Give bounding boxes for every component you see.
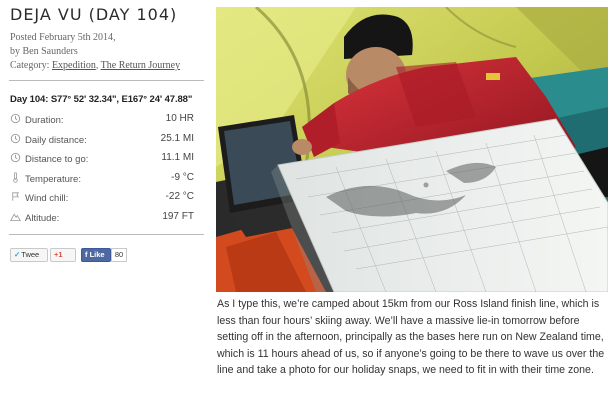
stat-altitude: Altitude: 197 FT bbox=[10, 209, 194, 229]
stat-label: Distance to go: bbox=[25, 154, 89, 165]
stat-label: Altitude: bbox=[25, 212, 60, 224]
post-sidebar: DEJA VU (DAY 104) Posted February 5th 20… bbox=[0, 0, 205, 403]
stat-label: Temperature: bbox=[25, 173, 81, 185]
stat-daily-distance: Daily distance: 25.1 MI bbox=[10, 131, 194, 151]
stat-value: 25.1 MI bbox=[160, 132, 194, 144]
stat-value: -9 °C bbox=[171, 171, 194, 183]
stat-duration: Duration: 10 HR bbox=[10, 111, 194, 131]
post-title: DEJA VU (DAY 104) bbox=[10, 5, 178, 24]
clock-icon bbox=[10, 152, 21, 163]
stat-label: Wind chill: bbox=[25, 193, 69, 204]
expedition-stats: Duration: 10 HR Daily distance: 25.1 MI … bbox=[10, 111, 194, 228]
category-label: Category: bbox=[10, 60, 50, 71]
stat-value: 11.1 MI bbox=[161, 152, 194, 163]
tweet-label: Twee bbox=[21, 250, 40, 259]
expedition-photo bbox=[216, 7, 608, 292]
facebook-like-count: 80 bbox=[111, 248, 127, 262]
clock-icon bbox=[10, 113, 21, 124]
coordinates: Day 104: S77° 52' 32.34", E167° 24' 47.8… bbox=[10, 94, 193, 105]
facebook-icon: f bbox=[85, 250, 88, 259]
stat-label: Daily distance: bbox=[25, 134, 87, 146]
tent-photo-illustration bbox=[216, 7, 608, 292]
stat-value: 197 FT bbox=[162, 210, 194, 222]
category-separator: , bbox=[95, 60, 99, 71]
post-date: Posted February 5th 2014, bbox=[10, 32, 116, 43]
stat-temperature: Temperature: -9 °C bbox=[10, 170, 194, 190]
thermometer-icon bbox=[13, 171, 18, 183]
wind-icon bbox=[12, 192, 20, 201]
fb-like-label: Like bbox=[89, 250, 105, 259]
google-plus-button[interactable]: +1 bbox=[50, 248, 76, 262]
twitter-icon: ✓ bbox=[14, 250, 21, 259]
stats-divider bbox=[9, 234, 204, 235]
clock-icon bbox=[10, 133, 21, 143]
stat-value: 10 HR bbox=[165, 113, 194, 124]
tweet-button[interactable]: ✓Twee bbox=[10, 248, 48, 262]
gplus-label: +1 bbox=[54, 250, 63, 259]
post-author: by Ben Saunders bbox=[10, 46, 78, 57]
mountain-icon bbox=[10, 212, 21, 221]
stat-value: -22 °C bbox=[165, 191, 194, 202]
category-link-expedition[interactable]: Expedition bbox=[52, 60, 96, 71]
facebook-like-button[interactable]: f Like bbox=[81, 248, 111, 262]
stat-label: Duration: bbox=[25, 115, 64, 126]
post-meta: Posted February 5th 2014, by Ben Saunder… bbox=[10, 31, 180, 73]
meta-divider bbox=[9, 80, 204, 81]
article-body: As I type this, we’re camped about 15km … bbox=[217, 298, 605, 376]
post-categories: Category: Expedition, The Return Journey bbox=[10, 59, 180, 73]
stat-wind-chill: Wind chill: -22 °C bbox=[10, 189, 194, 209]
category-link-return-journey[interactable]: The Return Journey bbox=[101, 60, 180, 71]
stat-distance-to-go: Distance to go: 11.1 MI bbox=[10, 150, 194, 170]
